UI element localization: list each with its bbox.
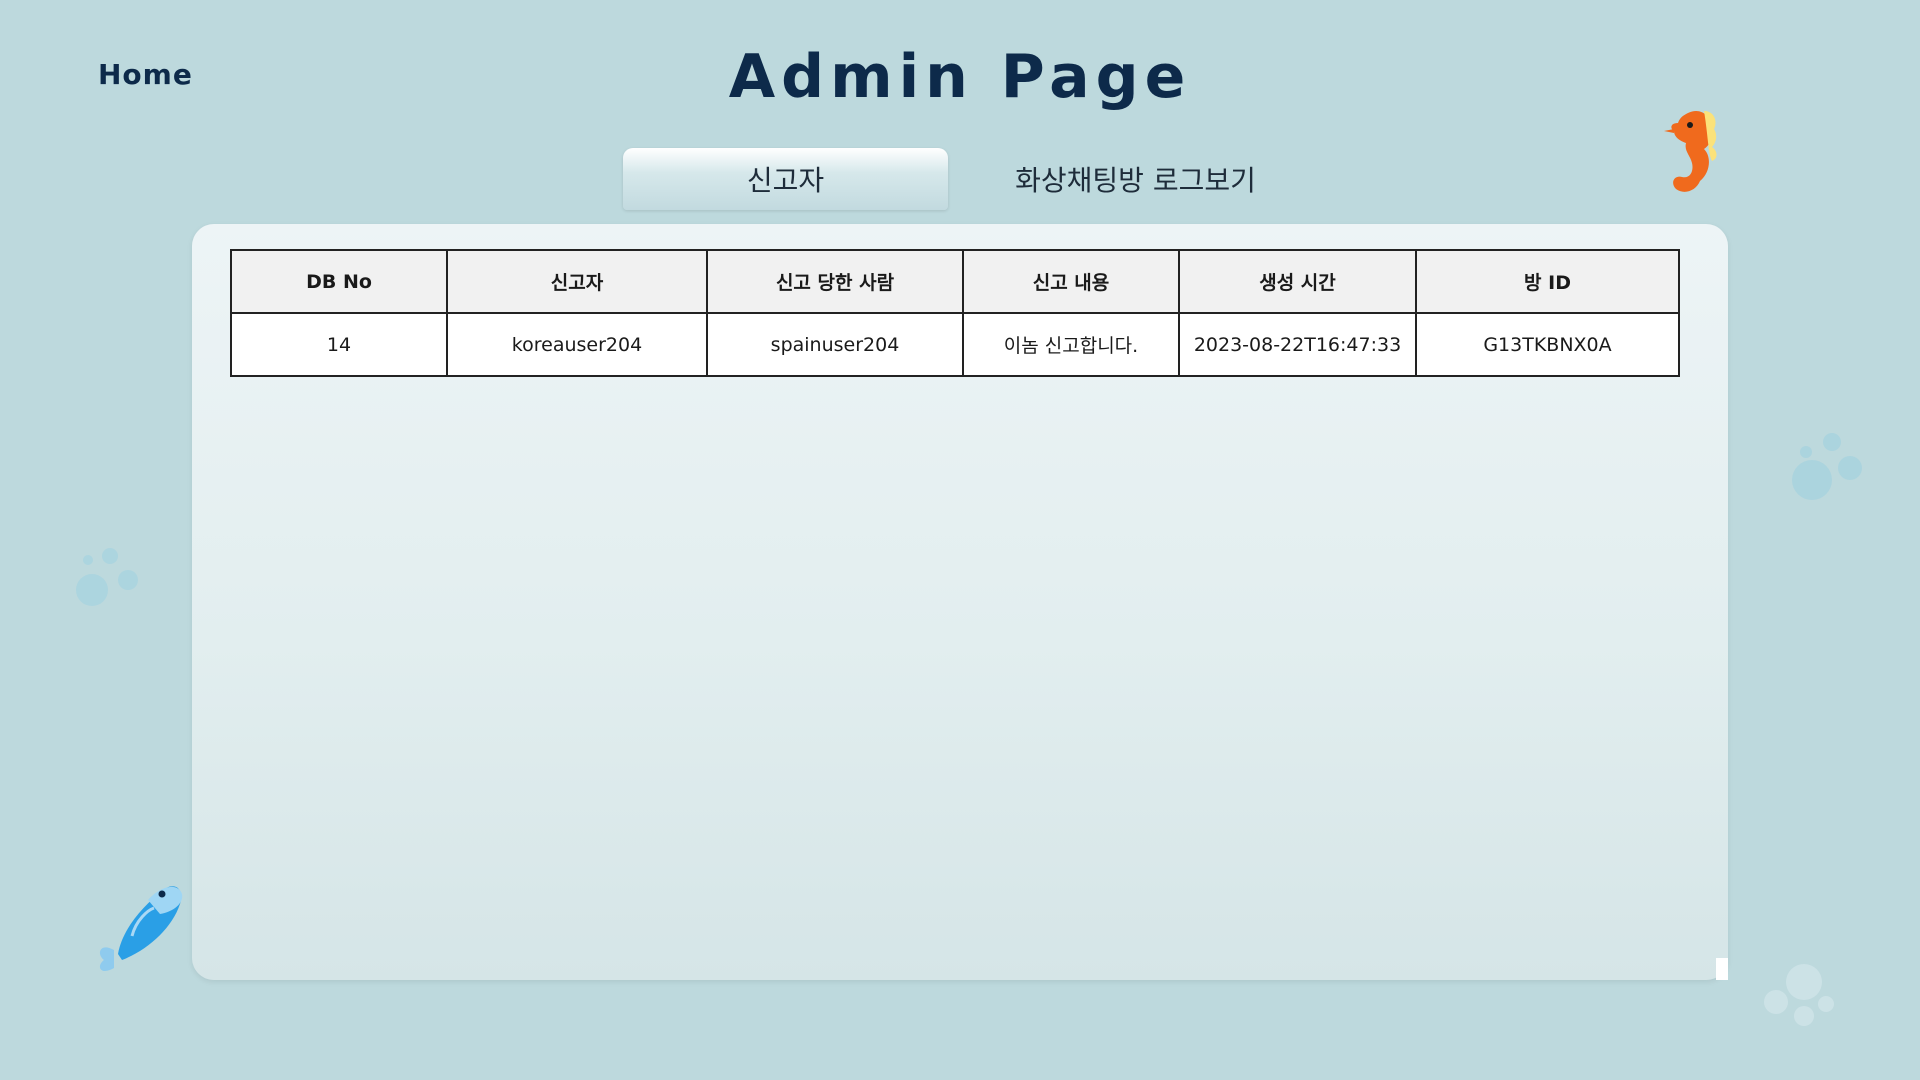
cell-room-id: G13TKBNX0A: [1415, 312, 1680, 377]
cell-content: 이놈 신고합니다.: [962, 312, 1180, 377]
report-table: DB No 신고자 신고 당한 사람 신고 내용 생성 시간 방 ID 14 k…: [230, 249, 1680, 377]
bubbles-icon: [1764, 964, 1834, 1026]
column-header-content: 신고 내용: [962, 249, 1180, 314]
bubbles-icon: [76, 548, 138, 606]
column-header-created-at: 생성 시간: [1178, 249, 1417, 314]
column-header-db-no: DB No: [230, 249, 448, 314]
cell-db-no: 14: [230, 312, 448, 377]
cell-reported: spainuser204: [706, 312, 964, 377]
column-header-room-id: 방 ID: [1415, 249, 1680, 314]
page-title: Admin Page: [728, 42, 1192, 112]
report-panel: DB No 신고자 신고 당한 사람 신고 내용 생성 시간 방 ID 14 k…: [192, 224, 1728, 980]
table-row[interactable]: 14 koreauser204 spainuser204 이놈 신고합니다. 2…: [230, 312, 1680, 377]
cell-reporter: koreauser204: [446, 312, 708, 377]
tab-video-chat-logs[interactable]: 화상채팅방 로그보기: [948, 148, 1323, 210]
bubbles-icon: [1792, 433, 1862, 500]
column-header-reported: 신고 당한 사람: [706, 249, 964, 314]
tab-bar: 신고자 화상채팅방 로그보기: [623, 148, 1323, 210]
fish-icon: [99, 886, 183, 971]
seahorse-icon: [1664, 110, 1717, 192]
scrollbar-thumb[interactable]: [1716, 958, 1728, 980]
admin-page: Home Admin Page 신고자 화상채팅방 로그보기 DB No 신고자…: [0, 0, 1920, 1080]
table-header-row: DB No 신고자 신고 당한 사람 신고 내용 생성 시간 방 ID: [230, 249, 1680, 314]
cell-created-at: 2023-08-22T16:47:33: [1178, 312, 1417, 377]
column-header-reporter: 신고자: [446, 249, 708, 314]
tab-reporter[interactable]: 신고자: [623, 148, 948, 210]
